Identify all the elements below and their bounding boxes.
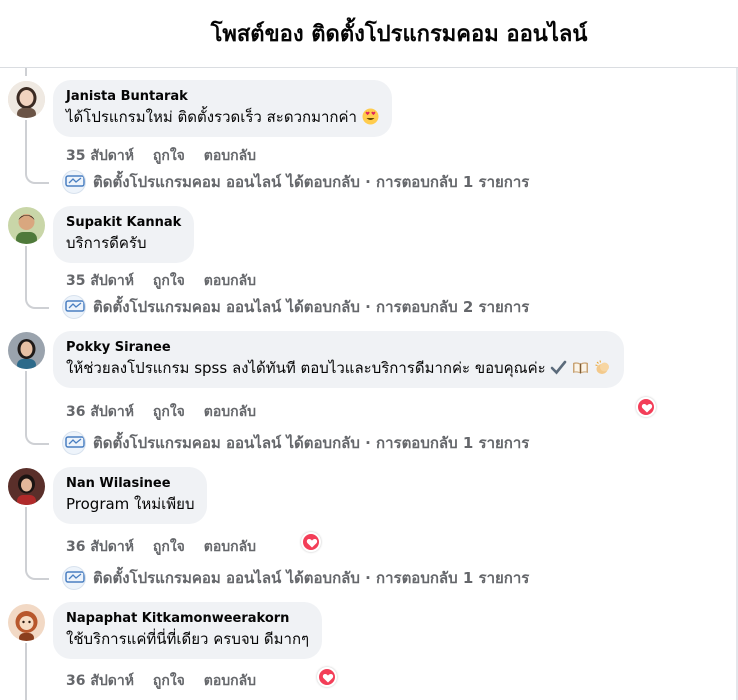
clapping-hands-icon <box>594 359 611 376</box>
comment-bubble: Napaphat Kitkamonweerakorn ใช้บริการแค่ท… <box>53 602 323 659</box>
comment-actions: 35 สัปดาห์ ถูกใจ ตอบกลับ <box>66 270 270 292</box>
reply-button[interactable]: ตอบกลับ <box>204 673 256 689</box>
reply-summary: ติดตั้งโปรแกรมคอม ออนไลน์ ได้ตอบกลับ · ก… <box>93 569 530 587</box>
comment-text-row: ได้โปรแกรมใหม่ ติดตั้งรวดเร็ว สะดวกมากค่… <box>66 106 379 128</box>
view-replies-link[interactable]: ติดตั้งโปรแกรมคอม ออนไลน์ ได้ตอบกลับ · ก… <box>62 566 529 590</box>
heart-eyes-emoji-icon <box>362 108 379 125</box>
thread-line <box>25 120 27 172</box>
reply-summary: ติดตั้งโปรแกรมคอม ออนไลน์ ได้ตอบกลับ · ก… <box>93 434 530 452</box>
comment-timestamp[interactable]: 36 สัปดาห์ <box>66 404 134 420</box>
comment-actions: 35 สัปดาห์ ถูกใจ ตอบกลับ <box>66 145 270 167</box>
comment-text: Program ใหม่เพียบ <box>66 495 195 513</box>
comment-actions: 36 สัปดาห์ ถูกใจ ตอบกลับ <box>66 536 270 558</box>
comment-timestamp[interactable]: 35 สัปดาห์ <box>66 273 134 289</box>
comment-timestamp[interactable]: 36 สัปดาห์ <box>66 673 134 689</box>
avatar[interactable] <box>8 332 45 369</box>
reply-connector <box>25 168 49 184</box>
comment-text: ให้ช่วยลงโปรแกรม spss ลงได้ทันที ตอบไวแล… <box>66 359 546 377</box>
reply-button[interactable]: ตอบกลับ <box>204 404 256 420</box>
comment-author[interactable]: Napaphat Kitkamonweerakorn <box>66 610 309 628</box>
view-replies-link[interactable]: ติดตั้งโปรแกรมคอม ออนไลน์ ได้ตอบกลับ · ก… <box>62 431 529 455</box>
like-button[interactable]: ถูกใจ <box>153 404 185 420</box>
comment-author[interactable]: Supakit Kannak <box>66 214 181 232</box>
comment-bubble: Supakit Kannak บริการดีครับ <box>53 206 195 263</box>
avatar[interactable] <box>8 207 45 244</box>
comment-bubble: Nan Wilasinee Program ใหม่เพียบ <box>53 467 208 524</box>
thread-line <box>25 371 27 433</box>
comment-timestamp[interactable]: 35 สัปดาห์ <box>66 148 134 164</box>
comment-bubble: Pokky Siranee ให้ช่วยลงโปรแกรม spss ลงได… <box>53 331 625 388</box>
page-title: โพสต์ของ ติดตั้งโปรแกรมคอม ออนไลน์ <box>210 22 588 47</box>
reply-summary: ติดตั้งโปรแกรมคอม ออนไลน์ ได้ตอบกลับ · ก… <box>93 298 530 316</box>
comment-bubble: Janista Buntarak ได้โปรแกรมใหม่ ติดตั้งร… <box>53 80 392 137</box>
comment-author[interactable]: Nan Wilasinee <box>66 475 194 493</box>
avatar[interactable] <box>8 81 45 118</box>
page-avatar-icon <box>62 295 86 319</box>
avatar[interactable] <box>8 468 45 505</box>
comment-text: ได้โปรแกรมใหม่ ติดตั้งรวดเร็ว สะดวกมากค่… <box>66 108 357 126</box>
reply-button[interactable]: ตอบกลับ <box>204 148 256 164</box>
page-avatar-icon <box>62 431 86 455</box>
page-avatar-icon <box>62 170 86 194</box>
comment-text: ใช้บริการแค่ที่นี่ที่เดียว ครบจบ ดีมากๆ <box>66 630 310 648</box>
check-mark-icon <box>550 359 567 376</box>
open-book-icon <box>572 359 589 376</box>
thread-line <box>25 643 27 700</box>
comment-actions: 36 สัปดาห์ ถูกใจ ตอบกลับ <box>66 401 270 423</box>
love-reaction-icon[interactable] <box>301 532 321 552</box>
comment-author[interactable]: Janista Buntarak <box>66 88 379 106</box>
comment-text: บริการดีครับ <box>66 234 147 252</box>
reply-summary: ติดตั้งโปรแกรมคอม ออนไลน์ ได้ตอบกลับ · ก… <box>93 173 530 191</box>
love-reaction-icon[interactable] <box>636 397 656 417</box>
reply-button[interactable]: ตอบกลับ <box>204 273 256 289</box>
reply-connector <box>25 293 49 309</box>
post-header: โพสต์ของ ติดตั้งโปรแกรมคอม ออนไลน์ <box>0 0 738 68</box>
page-avatar-icon <box>62 566 86 590</box>
comment-timestamp[interactable]: 36 สัปดาห์ <box>66 539 134 555</box>
thread-line <box>25 507 27 568</box>
like-button[interactable]: ถูกใจ <box>153 273 185 289</box>
reply-button[interactable]: ตอบกลับ <box>204 539 256 555</box>
comment-actions: 36 สัปดาห์ ถูกใจ ตอบกลับ <box>66 670 270 692</box>
love-reaction-icon[interactable] <box>317 667 337 687</box>
reply-connector <box>25 429 49 445</box>
view-replies-link[interactable]: ติดตั้งโปรแกรมคอม ออนไลน์ ได้ตอบกลับ · ก… <box>62 170 529 194</box>
thread-line <box>25 68 27 76</box>
view-replies-link[interactable]: ติดตั้งโปรแกรมคอม ออนไลน์ ได้ตอบกลับ · ก… <box>62 295 529 319</box>
comment-text-row: ให้ช่วยลงโปรแกรม spss ลงได้ทันที ตอบไวแล… <box>66 357 611 379</box>
like-button[interactable]: ถูกใจ <box>153 539 185 555</box>
reply-connector <box>25 564 49 580</box>
like-button[interactable]: ถูกใจ <box>153 148 185 164</box>
avatar[interactable] <box>8 604 45 641</box>
comment-author[interactable]: Pokky Siranee <box>66 339 611 357</box>
thread-line <box>25 246 27 297</box>
like-button[interactable]: ถูกใจ <box>153 673 185 689</box>
